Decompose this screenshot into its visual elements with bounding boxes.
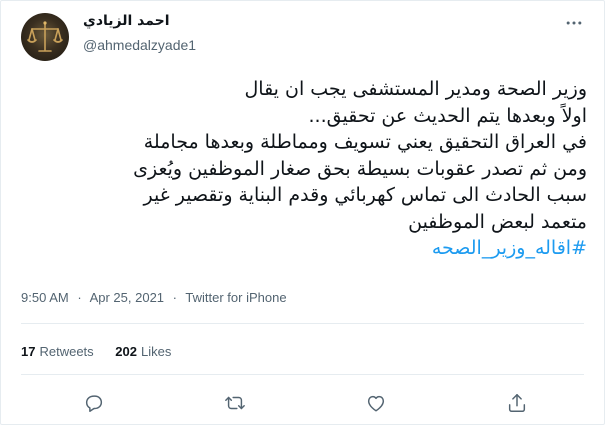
divider xyxy=(21,323,584,324)
author-handle[interactable]: @ahmedalzyade1 xyxy=(83,37,196,53)
meta-separator: · xyxy=(77,290,82,305)
tweet-date[interactable]: Apr 25, 2021 xyxy=(90,290,164,305)
likes-count: 202 xyxy=(115,344,137,359)
like-icon xyxy=(367,395,385,412)
reply-button[interactable] xyxy=(81,390,107,416)
divider xyxy=(21,374,584,375)
share-button[interactable] xyxy=(504,390,530,416)
retweets-stat[interactable]: 17 Retweets xyxy=(21,344,94,359)
more-options-button[interactable] xyxy=(562,11,586,35)
tweet-line: سبب الحادث الى تماس كهربائي وقدم البناية… xyxy=(143,184,587,206)
tweet-text: وزير الصحة ومدير المستشفى يجب ان يقال او… xyxy=(21,76,587,262)
tweet-source[interactable]: Twitter for iPhone xyxy=(185,290,286,305)
tweet-time[interactable]: 9:50 AM xyxy=(21,290,69,305)
avatar[interactable] xyxy=(21,13,69,61)
tweet-stats: 17 Retweets 202 Likes xyxy=(21,344,189,359)
likes-label: Likes xyxy=(141,344,172,359)
hashtag-link[interactable]: #اقاله_وزير_الصحه xyxy=(21,235,587,262)
tweet-line: في العراق التحقيق يعني تسويف ومماطلة وبع… xyxy=(143,131,587,153)
meta-separator: · xyxy=(172,290,177,305)
tweet-meta: 9:50 AM · Apr 25, 2021 · Twitter for iPh… xyxy=(21,290,287,305)
tweet-card: احمد الزيادي @ahmedalzyade1 وزير الصحة و… xyxy=(0,0,605,425)
tweet-line: اولاً وبعدها يتم الحديث عن تحقيق... xyxy=(308,104,587,127)
tweet-line: متعمد لبعض الموظفين xyxy=(408,210,587,233)
tweet-line: ومن ثم تصدر عقوبات بسيطة بحق صغار الموظف… xyxy=(133,157,587,180)
retweets-count: 17 xyxy=(21,344,36,359)
more-horizontal-icon xyxy=(566,21,582,25)
like-button[interactable] xyxy=(363,390,389,416)
reply-icon xyxy=(85,395,103,412)
scales-of-justice-icon xyxy=(27,21,63,52)
tweet-line: وزير الصحة ومدير المستشفى يجب ان يقال xyxy=(244,78,587,100)
share-icon xyxy=(508,394,526,412)
likes-stat[interactable]: 202 Likes xyxy=(115,344,171,359)
retweets-label: Retweets xyxy=(39,344,94,359)
action-bar xyxy=(1,390,606,416)
retweet-button[interactable] xyxy=(222,390,248,416)
retweet-icon xyxy=(225,396,245,410)
author-name[interactable]: احمد الزيادي xyxy=(83,13,170,29)
